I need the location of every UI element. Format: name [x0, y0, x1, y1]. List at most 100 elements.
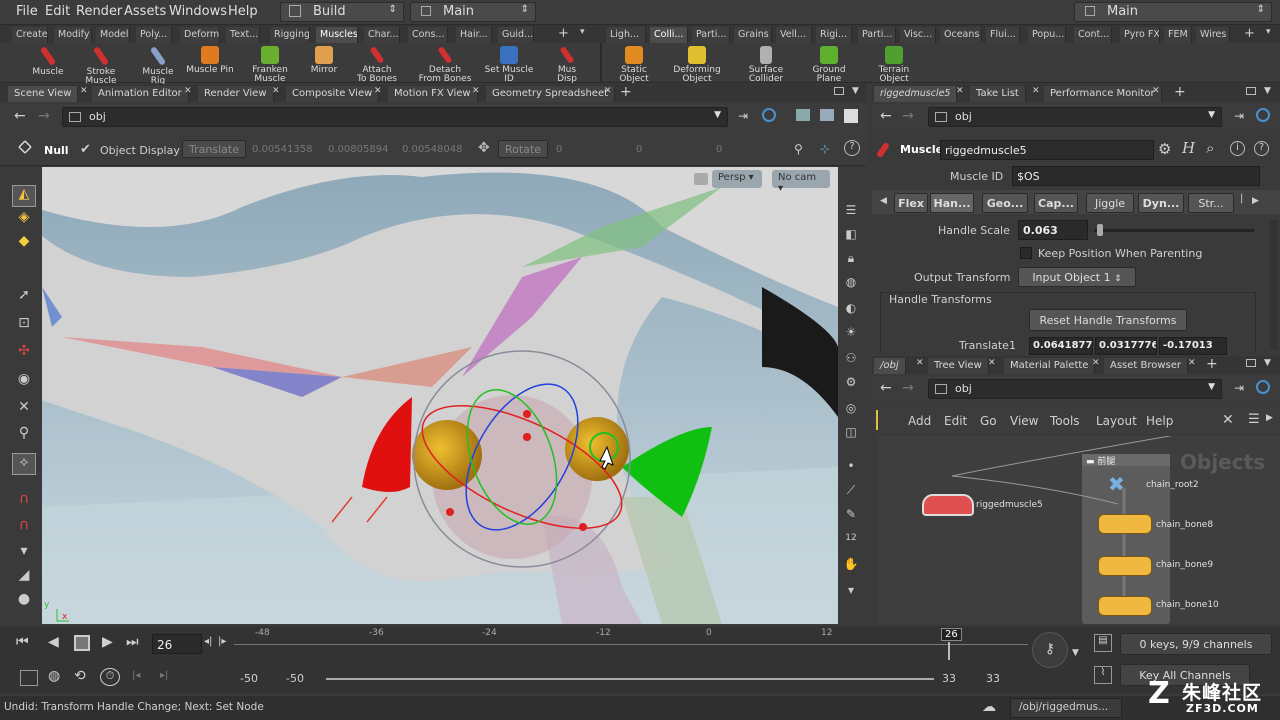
param-scrollbar[interactable]	[1270, 220, 1278, 350]
list-icon[interactable]: ☰	[1248, 412, 1260, 427]
network-menu-go[interactable]: Go	[980, 414, 997, 428]
step-forward-icon[interactable]: |▸	[218, 636, 226, 647]
muscle-id-field[interactable]: $OS	[1012, 166, 1260, 186]
rotate-y-field[interactable]: 0	[636, 144, 642, 155]
riggedmuscle5-node[interactable]	[922, 494, 974, 516]
select-objects-icon[interactable]: ◭	[12, 185, 36, 207]
add-tab-icon[interactable]: +	[620, 84, 632, 100]
cloud-icon[interactable]: ☁	[982, 699, 996, 715]
display-options-icon[interactable]	[796, 109, 810, 121]
shelf-tab-hair[interactable]: Hair...	[456, 27, 492, 43]
select-arrow-icon[interactable]: ➚	[12, 287, 36, 309]
shelf-tab-wires[interactable]: Wires	[1196, 27, 1230, 43]
handle-scale-slider[interactable]	[1094, 224, 1254, 236]
search-icon[interactable]: ⌕	[1206, 139, 1214, 157]
view-tool-icon[interactable]: ⚲	[12, 425, 36, 447]
bone-icon[interactable]: ⚙	[842, 375, 860, 395]
current-frame-field[interactable]: 26	[152, 634, 202, 654]
light-options-icon[interactable]	[820, 109, 834, 121]
subtab-dynamics[interactable]: Dyn...	[1138, 193, 1184, 213]
object-display-label[interactable]: Object Display	[100, 144, 180, 157]
handle-point[interactable]	[523, 433, 531, 441]
timeline-ruler[interactable]: -48 -36 -24 -12 0 12 26	[234, 628, 1028, 660]
light-icon[interactable]: ◐	[842, 301, 860, 321]
handle-point[interactable]	[446, 508, 454, 516]
first-key-icon[interactable]: |◂	[132, 670, 140, 681]
chain-bone8-node[interactable]	[1098, 514, 1152, 534]
range-visible-end-field[interactable]: 33	[942, 672, 956, 685]
sphere-icon[interactable]: ●	[12, 591, 36, 613]
desktop-right-select[interactable]: Main ⇕	[1074, 2, 1272, 22]
magnet2-icon[interactable]: ∩	[12, 517, 36, 539]
translate-x-field[interactable]: 0.00541358	[252, 144, 312, 155]
network-editor[interactable]: Objects ▬ 前腿 riggedmuscle5 ✖ chain_root2…	[878, 436, 1280, 624]
handle-point[interactable]	[523, 410, 531, 418]
slider-knob[interactable]	[1097, 224, 1104, 236]
pane-menu-icon[interactable]	[1246, 359, 1256, 367]
check-icon[interactable]: ✔	[80, 142, 91, 157]
shelf-tab-text[interactable]: Text...	[226, 27, 260, 43]
info-icon[interactable]: i	[1230, 141, 1245, 156]
play-reverse-icon[interactable]: ◀	[48, 634, 59, 650]
shelf-tab-lights[interactable]: Ligh...	[606, 27, 646, 43]
menu-edit[interactable]: Edit	[45, 4, 70, 19]
chain-bone10-node[interactable]	[1098, 596, 1152, 616]
persp-menu[interactable]: Persp ▾	[712, 170, 762, 188]
brush-icon[interactable]: ⟋	[842, 483, 860, 503]
play-forward-icon[interactable]: ▶	[102, 634, 113, 650]
last-key-icon[interactable]: ▸|	[160, 670, 168, 681]
shelf-tab-collisions[interactable]: Colli...	[650, 27, 688, 43]
handle-scale-field[interactable]: 0.063	[1018, 220, 1088, 240]
magnet-icon[interactable]: ∩	[12, 491, 36, 513]
pane-menu-icon[interactable]	[834, 87, 844, 95]
translate1-y-field[interactable]: 0.0317776	[1095, 337, 1157, 355]
surface-collider-tool[interactable]: Surface Collider	[744, 46, 788, 84]
tab-motion-fx-view[interactable]: Motion FX View	[388, 86, 478, 102]
stop-icon[interactable]	[74, 635, 90, 651]
ghost-icon[interactable]: ◧	[842, 227, 860, 247]
shelf-tab-poly[interactable]: Poly...	[136, 27, 172, 43]
shelf-tab-model[interactable]: Model	[96, 27, 130, 43]
playhead[interactable]	[948, 642, 950, 660]
pin-icon[interactable]: ⇥	[1234, 109, 1244, 123]
shelf-tab-guid[interactable]: Guid...	[498, 27, 534, 43]
close-tab-icon[interactable]: ✕	[1092, 358, 1100, 368]
scroll-right-icon[interactable]: ▶	[1252, 196, 1259, 206]
subtab-capture[interactable]: Cap...	[1034, 193, 1078, 213]
back-arrow-icon[interactable]: ←	[880, 380, 892, 396]
link-icon[interactable]	[762, 108, 776, 122]
pane-arrow-icon[interactable]: ▼	[852, 86, 859, 96]
desktop-build-select[interactable]: Build ⇕	[280, 2, 404, 22]
camera-menu[interactable]: No cam ▾	[772, 170, 830, 194]
close-tab-icon[interactable]: ✕	[272, 86, 280, 96]
tab-animation-editor[interactable]: Animation Editor	[92, 86, 189, 102]
bulb-icon[interactable]: ☀	[842, 325, 860, 345]
shelf-tab-oceans[interactable]: Oceans	[940, 27, 982, 43]
pane-arrow-icon[interactable]: ▼	[1264, 358, 1271, 368]
tab-material-palette[interactable]: Material Palette	[1004, 358, 1096, 374]
close-tab-icon[interactable]: ✕	[374, 86, 382, 96]
flip-icon[interactable]: ⚇	[842, 351, 860, 371]
status-path-field[interactable]: /obj/riggedmus...	[1010, 698, 1122, 718]
viewport-path-field[interactable]: obj ▼	[62, 107, 728, 127]
close-tab-icon[interactable]: ✕	[916, 358, 924, 368]
back-arrow-icon[interactable]: ←	[14, 108, 26, 124]
deforming-object-tool[interactable]: Deforming Object	[672, 46, 722, 84]
shelf-tab-viscous[interactable]: Visc...	[900, 27, 936, 43]
forward-arrow-icon[interactable]: →	[38, 108, 50, 124]
jump-end-icon[interactable]: ⏭	[126, 634, 139, 650]
network-path-field[interactable]: obj ▼	[928, 379, 1222, 399]
audio-icon[interactable]: ◍	[48, 668, 60, 684]
franken-muscle-tool[interactable]: Franken Muscle	[248, 46, 292, 84]
pivot-icon[interactable]: ✥	[478, 140, 490, 156]
pose-tool-icon[interactable]: ⟡	[12, 453, 36, 475]
camera-icon[interactable]: ◍	[842, 275, 860, 295]
shelf-tab-cons[interactable]: Cons...	[408, 27, 448, 43]
close-tab-icon[interactable]: ✕	[988, 358, 996, 368]
help-icon[interactable]: ?	[844, 140, 860, 156]
subtab-flex[interactable]: Flex	[894, 193, 928, 213]
tab-scene-view[interactable]: Scene View	[8, 86, 79, 102]
subtab-handles[interactable]: Han...	[930, 193, 974, 213]
dot-icon[interactable]: •	[842, 459, 860, 479]
detach-from-bones-tool[interactable]: Detach From Bones	[418, 45, 472, 84]
